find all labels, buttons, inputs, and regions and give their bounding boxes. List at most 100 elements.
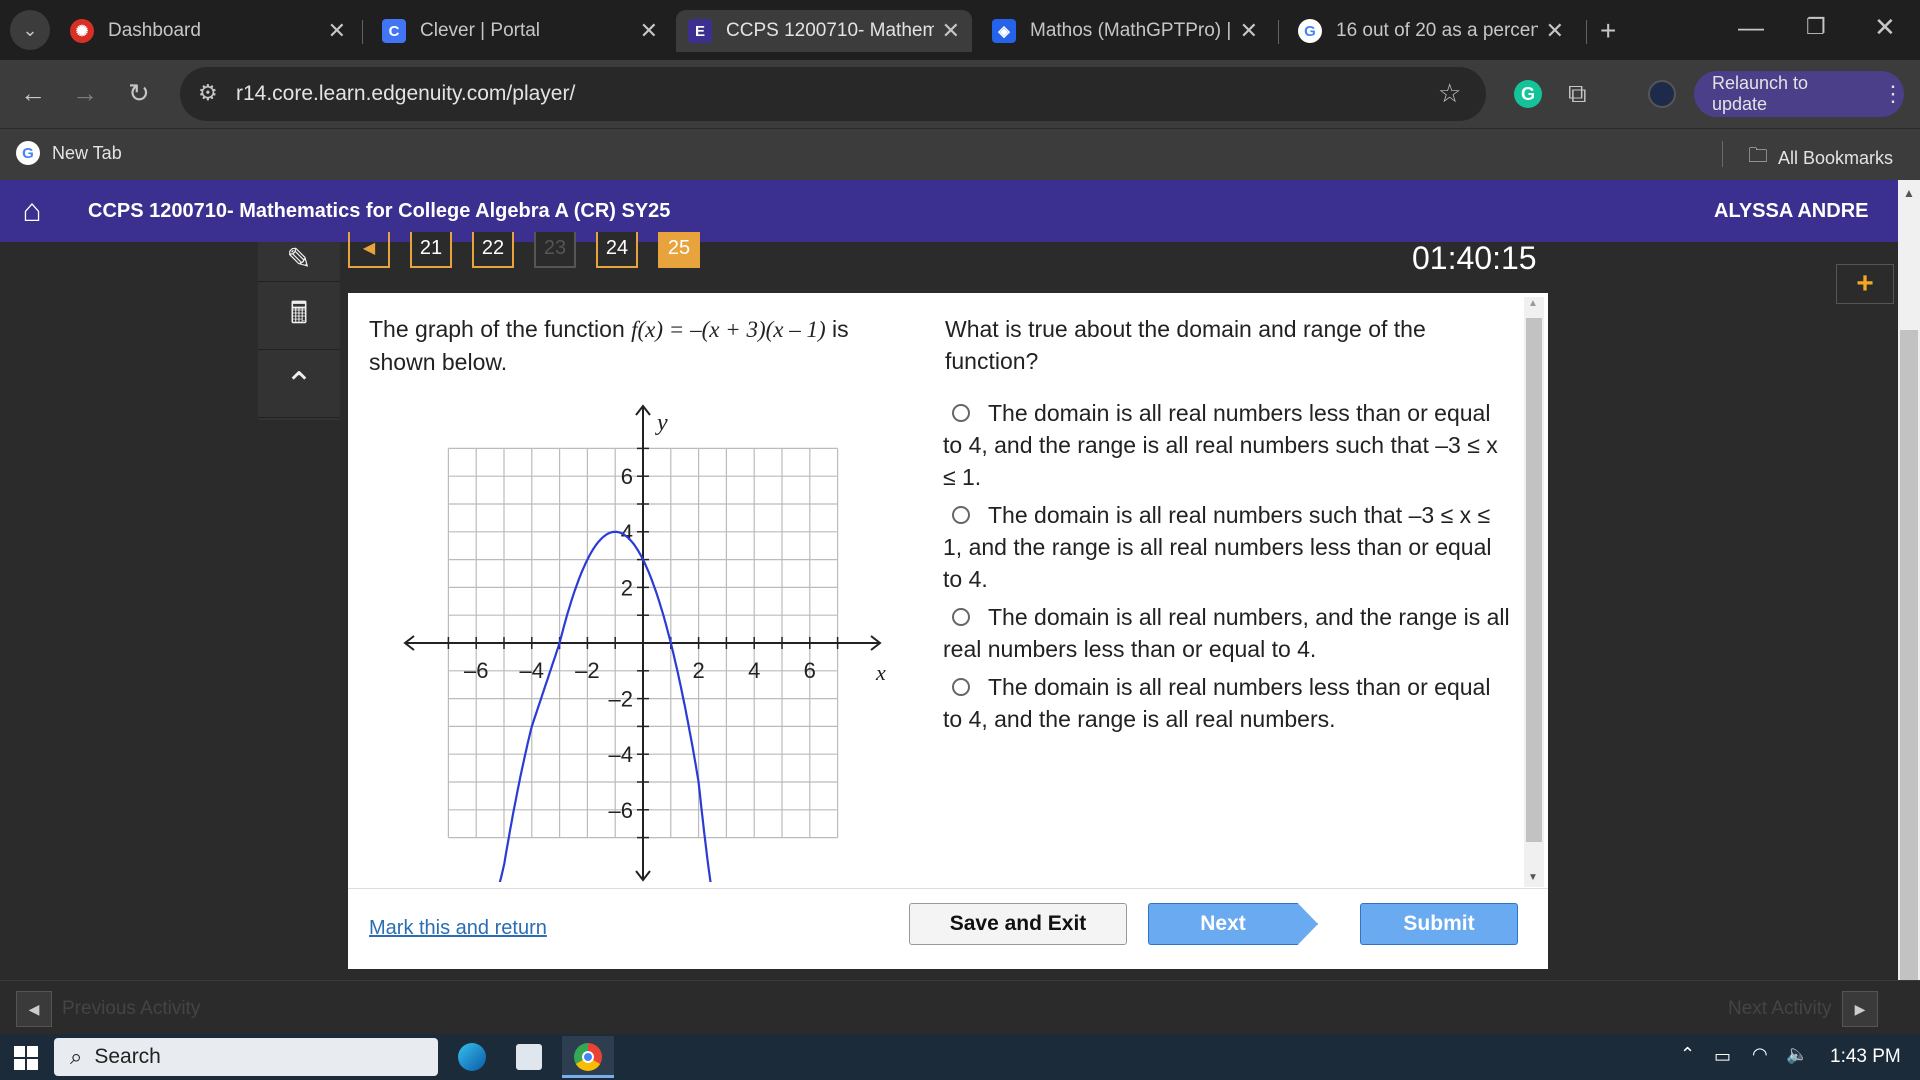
mark-and-return-link[interactable]: Mark this and return xyxy=(369,917,547,940)
bookmark-star-icon[interactable]: ☆ xyxy=(1438,78,1461,109)
tab-google[interactable]: G 16 out of 20 as a percent ✕ xyxy=(1286,10,1576,52)
bookmark-label: New Tab xyxy=(52,142,122,163)
answer-option-1[interactable]: The domain is all real numbers less than… xyxy=(943,397,1513,493)
next-label: Next xyxy=(1200,912,1246,935)
function-expression: f(x) = –(x + 3)(x – 1) xyxy=(631,317,826,342)
browser-tab-bar: ⌄ ✺ Dashboard ✕ C Clever | Portal ✕ E CC… xyxy=(0,0,1920,60)
minimize-icon[interactable]: — xyxy=(1738,14,1764,40)
wifi-icon[interactable]: ◠ xyxy=(1752,1044,1768,1065)
x-tick-label: –4 xyxy=(520,658,544,683)
question-number: 23 xyxy=(534,232,576,268)
y-tick-label: –6 xyxy=(609,798,633,823)
submit-button[interactable]: Submit xyxy=(1360,903,1518,945)
tab-edgenuity[interactable]: E CCPS 1200710- Mathema ✕ xyxy=(676,10,972,52)
more-menu-icon[interactable]: ⋮ xyxy=(1882,81,1904,107)
edge-icon[interactable] xyxy=(458,1043,486,1071)
calculator-icon[interactable]: 🖩 xyxy=(258,284,340,350)
graph-ticks: –6 –4 –2 2 4 6642–2–4–6xy xyxy=(447,410,886,839)
next-button[interactable]: Next xyxy=(1148,903,1318,945)
google-favicon-icon: G xyxy=(1298,19,1322,43)
tab-title: 16 out of 20 as a percent xyxy=(1336,20,1538,41)
restore-icon[interactable]: ❐ xyxy=(1806,16,1826,38)
window-close-icon[interactable]: ✕ xyxy=(1874,14,1896,40)
tab-title: CCPS 1200710- Mathema xyxy=(726,20,934,41)
question-number[interactable]: 24 xyxy=(596,232,638,268)
tray-chevron-icon[interactable]: ⌃ xyxy=(1680,1044,1695,1065)
taskbar-search-box[interactable]: ⌕ Search xyxy=(54,1038,438,1076)
expand-plus-button[interactable]: + xyxy=(1836,264,1894,304)
profile-avatar[interactable] xyxy=(1648,80,1676,108)
panel-scrollbar-thumb[interactable] xyxy=(1526,318,1542,842)
scroll-up-icon[interactable]: ▲ xyxy=(1903,186,1915,200)
address-bar[interactable]: ⚙ r14.core.learn.edgenuity.com/player/ ☆ xyxy=(180,67,1486,121)
folder-icon: 🗀 xyxy=(1748,145,1768,167)
close-icon[interactable]: ✕ xyxy=(1240,18,1258,44)
user-name[interactable]: ALYSSA ANDRE xyxy=(1714,200,1868,223)
volume-icon[interactable]: 🔈 xyxy=(1786,1044,1808,1065)
grammarly-icon[interactable]: G xyxy=(1514,80,1542,108)
relaunch-label: Relaunch to update xyxy=(1712,73,1809,114)
y-tick-label: –2 xyxy=(609,687,633,712)
close-icon[interactable]: ✕ xyxy=(640,18,658,44)
y-tick-label: 2 xyxy=(621,575,633,600)
x-tick-label: 6 xyxy=(804,658,816,683)
new-tab-icon[interactable]: + xyxy=(1600,17,1616,45)
search-icon: ⌕ xyxy=(70,1044,83,1069)
question-prompt: What is true about the domain and range … xyxy=(945,316,1426,374)
back-icon[interactable]: ← xyxy=(20,80,46,106)
site-settings-icon[interactable]: ⚙ xyxy=(198,80,218,106)
scroll-down-arrow-icon[interactable]: ▼ xyxy=(1528,872,1538,883)
pencil-tool-icon[interactable]: ✎ xyxy=(258,238,340,282)
question-number[interactable]: 22 xyxy=(472,232,514,268)
windows-taskbar: ⌕ Search ⌃ ▭ ◠ 🔈 1:43 PM xyxy=(0,1034,1920,1080)
next-activity-label: Next Activity xyxy=(1728,998,1832,1019)
timer: 01:40:15 xyxy=(1412,240,1537,276)
store-icon[interactable] xyxy=(516,1044,542,1070)
clock[interactable]: 1:43 PM xyxy=(1830,1046,1901,1068)
x-tick-label: –2 xyxy=(575,658,599,683)
relaunch-button[interactable]: Relaunch to update ⋮ xyxy=(1694,71,1904,117)
course-title: CCPS 1200710- Mathematics for College Al… xyxy=(88,200,671,222)
bookmark-new-tab[interactable]: G New Tab xyxy=(16,141,122,165)
y-tick-label: 6 xyxy=(621,464,633,489)
tab-title: Mathos (MathGPTPro) | A xyxy=(1030,20,1232,41)
save-and-exit-button[interactable]: Save and Exit xyxy=(909,903,1127,945)
tab-clever[interactable]: C Clever | Portal ✕ xyxy=(370,10,670,52)
close-icon[interactable]: ✕ xyxy=(1546,18,1564,44)
tab-mathos[interactable]: ◈ Mathos (MathGPTPro) | A ✕ xyxy=(980,10,1270,52)
x-tick-label: 4 xyxy=(748,658,760,683)
search-label: Search xyxy=(94,1045,161,1068)
close-icon[interactable]: ✕ xyxy=(328,18,346,44)
y-axis-label: y xyxy=(655,410,668,436)
page-scrollbar-thumb[interactable] xyxy=(1900,330,1918,1030)
windows-start-icon[interactable] xyxy=(14,1046,38,1070)
y-tick-label: –4 xyxy=(609,742,633,767)
answer-option-4[interactable]: The domain is all real numbers less than… xyxy=(943,671,1513,735)
tools-sidebar: ✎ 🖩 ⌃ xyxy=(258,242,340,420)
all-bookmarks-button[interactable]: 🗀 All Bookmarks xyxy=(1748,141,1893,175)
current-question-number[interactable]: 25 xyxy=(658,232,700,268)
google-icon: G xyxy=(16,141,40,165)
scroll-up-arrow-icon[interactable]: ▲ xyxy=(1528,298,1538,309)
previous-activity-button[interactable]: ◀ xyxy=(16,991,52,1027)
tab-dashboard[interactable]: ✺ Dashboard ✕ xyxy=(58,10,358,52)
prompt-text: The graph of the function xyxy=(369,316,632,342)
edgenuity-favicon-icon: E xyxy=(688,19,712,43)
battery-icon: ▭ xyxy=(1714,1046,1732,1066)
close-icon[interactable]: ✕ xyxy=(942,18,960,44)
x-tick-label: –6 xyxy=(464,658,488,683)
home-icon[interactable]: ⌂ xyxy=(12,190,52,230)
forward-icon[interactable]: → xyxy=(72,80,98,106)
extensions-icon[interactable]: ⧉ xyxy=(1568,80,1587,106)
question-number[interactable]: 21 xyxy=(410,232,452,268)
x-tick-label: 2 xyxy=(692,658,704,683)
previous-question-button[interactable]: ◀ xyxy=(348,232,390,268)
next-activity-button[interactable]: ▶ xyxy=(1842,991,1878,1027)
highlight-tool-icon[interactable]: ⌃ xyxy=(258,352,340,418)
activity-nav-bar: ◀ Previous Activity Next Activity ▶ xyxy=(0,980,1920,1034)
answer-option-2[interactable]: The domain is all real numbers such that… xyxy=(943,499,1513,595)
answer-option-3[interactable]: The domain is all real numbers, and the … xyxy=(943,601,1513,665)
tab-search-button[interactable]: ⌄ xyxy=(10,10,50,50)
reload-icon[interactable]: ↻ xyxy=(128,80,150,106)
chrome-icon[interactable] xyxy=(574,1043,602,1071)
